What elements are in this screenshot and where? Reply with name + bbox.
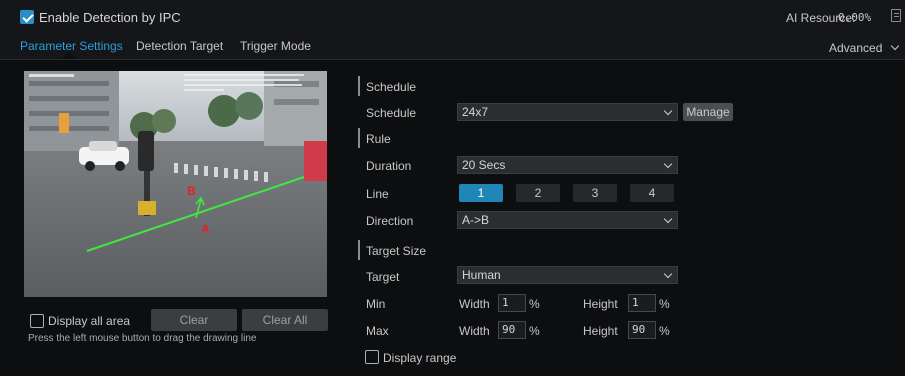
- document-icon[interactable]: [891, 9, 901, 22]
- max-width-label: Width: [459, 324, 490, 338]
- max-height-input[interactable]: 90: [628, 321, 656, 339]
- min-width-input[interactable]: 1: [498, 294, 526, 312]
- schedule-section-bar: [358, 76, 360, 96]
- point-b-label: B: [187, 184, 196, 198]
- line-1-button[interactable]: 1: [459, 184, 503, 202]
- clear-all-button[interactable]: Clear All: [242, 309, 328, 331]
- schedule-select[interactable]: 24x7: [457, 103, 678, 121]
- max-height-unit: %: [659, 324, 670, 338]
- min-height-input[interactable]: 1: [628, 294, 656, 312]
- chevron-down-icon: [663, 159, 673, 169]
- schedule-value: 24x7: [462, 105, 489, 119]
- line-4-button[interactable]: 4: [630, 184, 674, 202]
- min-width-unit: %: [529, 297, 540, 311]
- top-bar: Enable Detection by IPC AI Resource: 0.0…: [0, 0, 905, 34]
- direction-select[interactable]: A->B: [457, 211, 678, 229]
- rule-section-bar: [358, 128, 360, 148]
- drawing-hint: Press the left mouse button to drag the …: [28, 333, 257, 344]
- line-3-button[interactable]: 3: [573, 184, 617, 202]
- tab-bar: Parameter Settings Detection Target Trig…: [0, 34, 905, 60]
- min-height-label: Height: [583, 297, 618, 311]
- display-range-label: Display range: [383, 351, 457, 365]
- camera-preview[interactable]: B A: [24, 71, 327, 297]
- schedule-label: Schedule: [366, 106, 417, 120]
- advanced-button[interactable]: Advanced: [829, 41, 882, 55]
- chevron-down-icon: [663, 214, 673, 224]
- display-all-area-checkbox[interactable]: [30, 314, 44, 328]
- max-height-label: Height: [583, 324, 618, 338]
- chevron-down-icon: [663, 106, 673, 116]
- tab-parameter-settings[interactable]: Parameter Settings: [20, 39, 123, 53]
- max-label: Max: [366, 324, 389, 338]
- tab-trigger-mode[interactable]: Trigger Mode: [240, 39, 311, 53]
- enable-detection-checkbox[interactable]: [20, 10, 34, 24]
- max-width-unit: %: [529, 324, 540, 338]
- clear-button[interactable]: Clear: [151, 309, 237, 331]
- duration-value: 20 Secs: [462, 158, 506, 172]
- camera-scene: [24, 71, 327, 297]
- tab-detection-target[interactable]: Detection Target: [136, 39, 223, 53]
- min-height-unit: %: [659, 297, 670, 311]
- schedule-section-title: Schedule: [366, 80, 417, 94]
- target-value: Human: [462, 268, 501, 282]
- max-width-input[interactable]: 90: [498, 321, 526, 339]
- direction-value: A->B: [462, 213, 490, 227]
- manage-button[interactable]: Manage: [683, 103, 733, 121]
- target-select[interactable]: Human: [457, 266, 678, 284]
- chevron-down-icon: [663, 269, 673, 279]
- enable-detection-label: Enable Detection by IPC: [39, 10, 181, 25]
- ai-resource-value: 0.00%: [838, 11, 872, 24]
- min-label: Min: [366, 297, 386, 311]
- duration-label: Duration: [366, 159, 412, 173]
- target-size-section-bar: [358, 240, 360, 260]
- display-all-area-label: Display all area: [48, 314, 131, 328]
- chevron-down-icon[interactable]: [890, 41, 900, 51]
- duration-select[interactable]: 20 Secs: [457, 156, 678, 174]
- target-label: Target: [366, 270, 400, 284]
- rule-section-title: Rule: [366, 132, 391, 146]
- direction-label: Direction: [366, 214, 414, 228]
- active-tab-pointer: [62, 52, 76, 59]
- line-label: Line: [366, 187, 389, 201]
- line-2-button[interactable]: 2: [516, 184, 560, 202]
- display-range-checkbox[interactable]: [365, 350, 379, 364]
- min-width-label: Width: [459, 297, 490, 311]
- point-a-label: A: [201, 222, 210, 236]
- target-size-section-title: Target Size: [366, 244, 427, 258]
